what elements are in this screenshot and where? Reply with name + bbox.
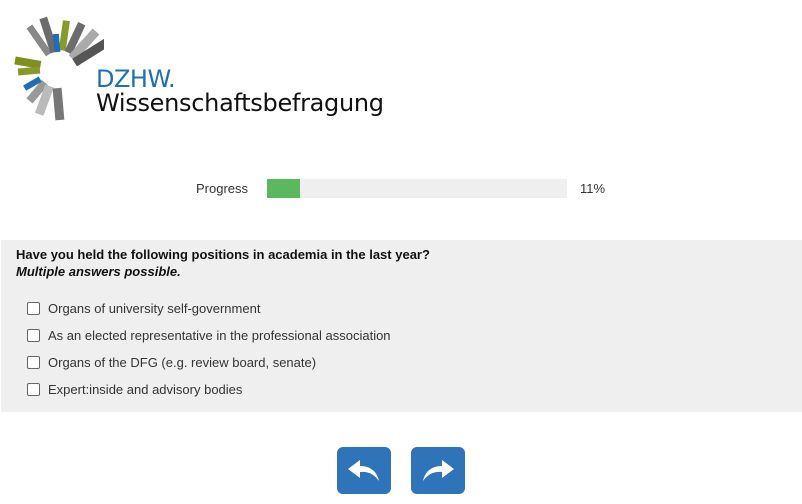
option-dfg-organs[interactable]: Organs of the DFG (e.g. review board, se… bbox=[27, 352, 316, 372]
question-title: Have you held the following positions in… bbox=[16, 247, 430, 262]
option-label: As an elected representative in the prof… bbox=[48, 327, 391, 343]
question-note: Multiple answers possible. bbox=[16, 264, 181, 279]
checkbox[interactable] bbox=[27, 301, 40, 315]
dzhw-logo: DZHW. Wissenschaftsbefragung bbox=[14, 12, 394, 122]
progress-bar bbox=[267, 179, 567, 198]
logo-title: Wissenschaftsbefragung bbox=[96, 89, 384, 117]
checkbox[interactable] bbox=[27, 382, 40, 396]
progress-section: Progress 11% bbox=[0, 178, 802, 200]
option-label: Expert:inside and advisory bodies bbox=[48, 381, 243, 397]
option-professional-association[interactable]: As an elected representative in the prof… bbox=[27, 325, 391, 345]
progress-value: 11% bbox=[580, 181, 606, 196]
question-panel: Have you held the following positions in… bbox=[1, 240, 802, 412]
starburst-logo-icon bbox=[14, 16, 110, 121]
checkbox[interactable] bbox=[27, 355, 40, 369]
back-button[interactable] bbox=[337, 447, 391, 494]
progress-fill bbox=[267, 179, 300, 198]
option-expert-advisory-bodies[interactable]: Expert:inside and advisory bodies bbox=[27, 379, 242, 399]
checkbox[interactable] bbox=[27, 328, 40, 342]
option-university-self-government[interactable]: Organs of university self-government bbox=[27, 298, 260, 318]
option-label: Organs of university self-government bbox=[48, 300, 261, 316]
next-button[interactable] bbox=[411, 447, 465, 494]
option-label: Organs of the DFG (e.g. review board, se… bbox=[48, 354, 317, 370]
forward-arrow-icon bbox=[423, 459, 454, 481]
progress-label: Progress bbox=[196, 181, 249, 196]
back-arrow-icon bbox=[348, 459, 379, 481]
